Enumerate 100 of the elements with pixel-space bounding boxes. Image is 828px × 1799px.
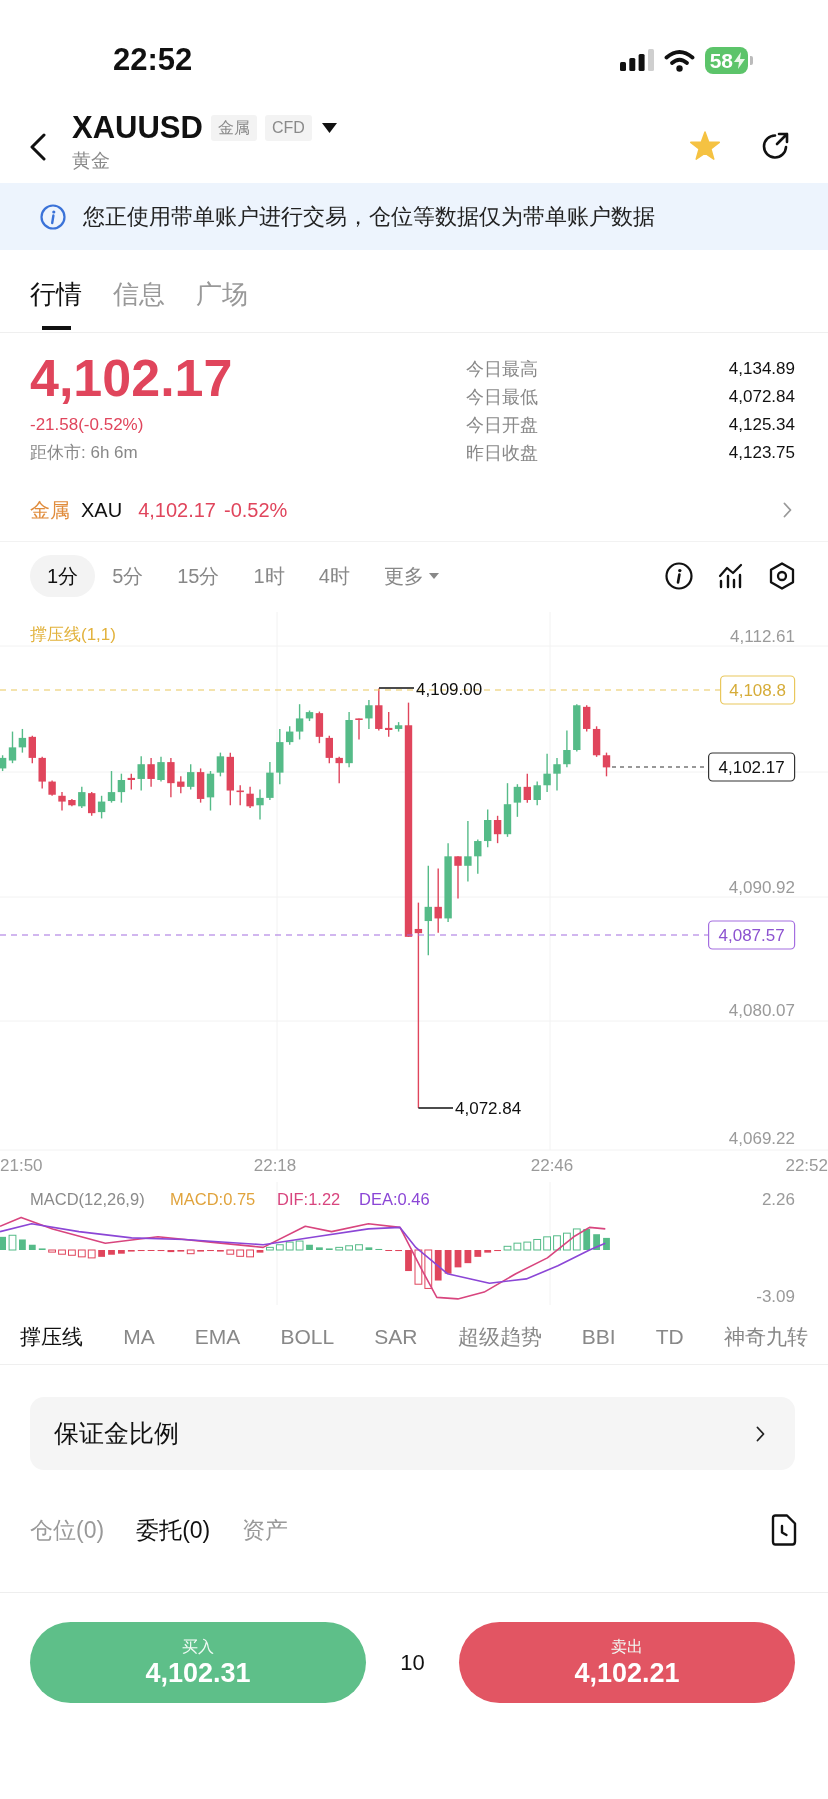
macd-bar [0, 1236, 6, 1250]
macd-axis-label: 2.26 [761, 1189, 795, 1209]
interval-tab[interactable]: 5分 [95, 555, 161, 597]
tab[interactable]: 行情 [30, 279, 82, 330]
caret-down-icon[interactable] [321, 123, 337, 133]
interval-tab[interactable]: 15分 [160, 555, 237, 597]
support-price-tag: 4,087.57 [708, 920, 796, 950]
macd-bar [583, 1228, 591, 1250]
macd-bar [306, 1244, 313, 1250]
macd-bar [593, 1234, 600, 1250]
macd-axis-label: -3.09 [756, 1286, 795, 1306]
symbol-title: XAUUSD [72, 110, 203, 146]
dif-value: DIF:1.22 [277, 1190, 341, 1208]
info-icon[interactable] [665, 562, 693, 590]
indicator-tab[interactable]: SAR [374, 1321, 418, 1353]
indicator-tab[interactable]: MA [123, 1321, 155, 1353]
interval-tab[interactable]: 1时 [236, 555, 302, 597]
macd-bar [464, 1250, 472, 1264]
stat-label: 今日最高 [466, 357, 538, 381]
interval-tab[interactable]: 4时 [301, 555, 367, 597]
share-icon[interactable] [761, 131, 789, 160]
star-icon[interactable] [689, 130, 721, 161]
line-chart-icon[interactable] [718, 563, 744, 589]
macd-bar [572, 1228, 581, 1251]
macd-value: MACD:0.75 [170, 1190, 256, 1208]
position-tab[interactable]: 委托(0) [136, 1512, 211, 1548]
bolt-icon [734, 51, 745, 69]
macd-bar [474, 1250, 482, 1257]
stat-value: 4,072.84 [728, 386, 795, 409]
macd-bar [8, 1234, 17, 1251]
macd-bar [256, 1250, 264, 1253]
sell-button[interactable]: 卖出 4,102.21 [459, 1622, 795, 1703]
more-dropdown[interactable]: 更多 [366, 555, 456, 597]
margin-ratio-button[interactable]: 保证金比例 [30, 1397, 795, 1470]
underlying-symbol: XAU [81, 497, 123, 523]
stat-value: 4,125.34 [728, 414, 795, 437]
caret-down-icon [428, 573, 439, 579]
notice-text: 您正使用带单账户进行交易，仓位等数据仅为带单账户数据 [83, 203, 655, 231]
dea-value: DEA:0.46 [359, 1190, 430, 1208]
position-tab[interactable]: 仓位(0) [30, 1512, 105, 1548]
macd-bar [553, 1235, 561, 1251]
stat-value: 4,123.75 [728, 442, 795, 465]
tab[interactable]: 信息 [113, 279, 165, 330]
indicator-tab[interactable]: 神奇九转 [723, 1321, 808, 1353]
category-tag: CFD [264, 115, 312, 141]
macd-bar [98, 1250, 105, 1257]
macd-bar [355, 1244, 363, 1251]
y-axis-label: 4,069.22 [728, 1128, 795, 1148]
market-close-countdown: 距休市: 6h 6m [30, 442, 139, 464]
category-tag: 金属 [210, 115, 257, 141]
y-axis-label: 4,090.92 [728, 877, 795, 897]
x-axis-label: 22:46 [530, 1155, 574, 1175]
macd-bar [295, 1240, 304, 1251]
macd-bar [603, 1237, 610, 1250]
leader-line [417, 1107, 454, 1109]
macd-bar [48, 1249, 56, 1253]
macd-title: MACD(12,26,9) [30, 1190, 145, 1208]
x-axis-label: 21:50 [0, 1155, 43, 1175]
indicator-tab[interactable]: BOLL [280, 1321, 335, 1353]
macd-bar [414, 1249, 423, 1285]
indicator-tab[interactable]: BBI [581, 1321, 616, 1353]
buy-button[interactable]: 买入 4,102.31 [30, 1622, 366, 1703]
macd-bar [484, 1250, 492, 1253]
stat-label: 今日最低 [466, 385, 538, 409]
macd-bar [77, 1249, 86, 1258]
macd-bar [424, 1249, 433, 1289]
interval-tab[interactable]: 1分 [30, 555, 96, 597]
macd-bar [28, 1244, 36, 1250]
high-price-label: 4,109.00 [416, 679, 483, 699]
wifi-icon [663, 48, 695, 72]
leader-line [378, 687, 415, 689]
document-clock-icon[interactable] [771, 1514, 797, 1546]
order-quantity: 10 [399, 1649, 426, 1677]
macd-bar [285, 1241, 294, 1251]
last-price: 4,102.17 [30, 352, 233, 404]
stat-value: 4,134.89 [728, 358, 795, 381]
position-tab[interactable]: 资产 [242, 1512, 289, 1548]
chevron-right-icon[interactable] [783, 501, 792, 518]
settings-icon[interactable] [769, 562, 795, 590]
indicator-tab[interactable]: EMA [194, 1321, 241, 1353]
macd-bar [365, 1247, 373, 1250]
tab[interactable]: 广场 [196, 279, 248, 330]
x-axis-label: 22:18 [253, 1155, 297, 1175]
macd-bar [58, 1249, 66, 1255]
market-category: 金属 [30, 497, 70, 523]
status-time: 22:52 [113, 40, 193, 79]
low-price-label: 4,072.84 [455, 1098, 522, 1118]
indicator-tab[interactable]: 撑压线 [20, 1321, 83, 1353]
underlying-change: -0.52% [224, 497, 288, 523]
signal-icon [619, 49, 654, 71]
battery-level: 58 [709, 47, 733, 74]
indicator-tab[interactable]: 超级趋势 [457, 1321, 542, 1353]
chevron-right-icon [756, 1425, 765, 1442]
indicator-tab[interactable]: TD [655, 1321, 684, 1353]
macd-bar [533, 1238, 542, 1251]
resistance-price-tag: 4,108.8 [720, 675, 796, 705]
macd-bar [108, 1250, 115, 1255]
macd-bar [316, 1247, 323, 1250]
underlying-price: 4,102.17 [138, 497, 216, 523]
back-icon[interactable] [30, 132, 46, 161]
